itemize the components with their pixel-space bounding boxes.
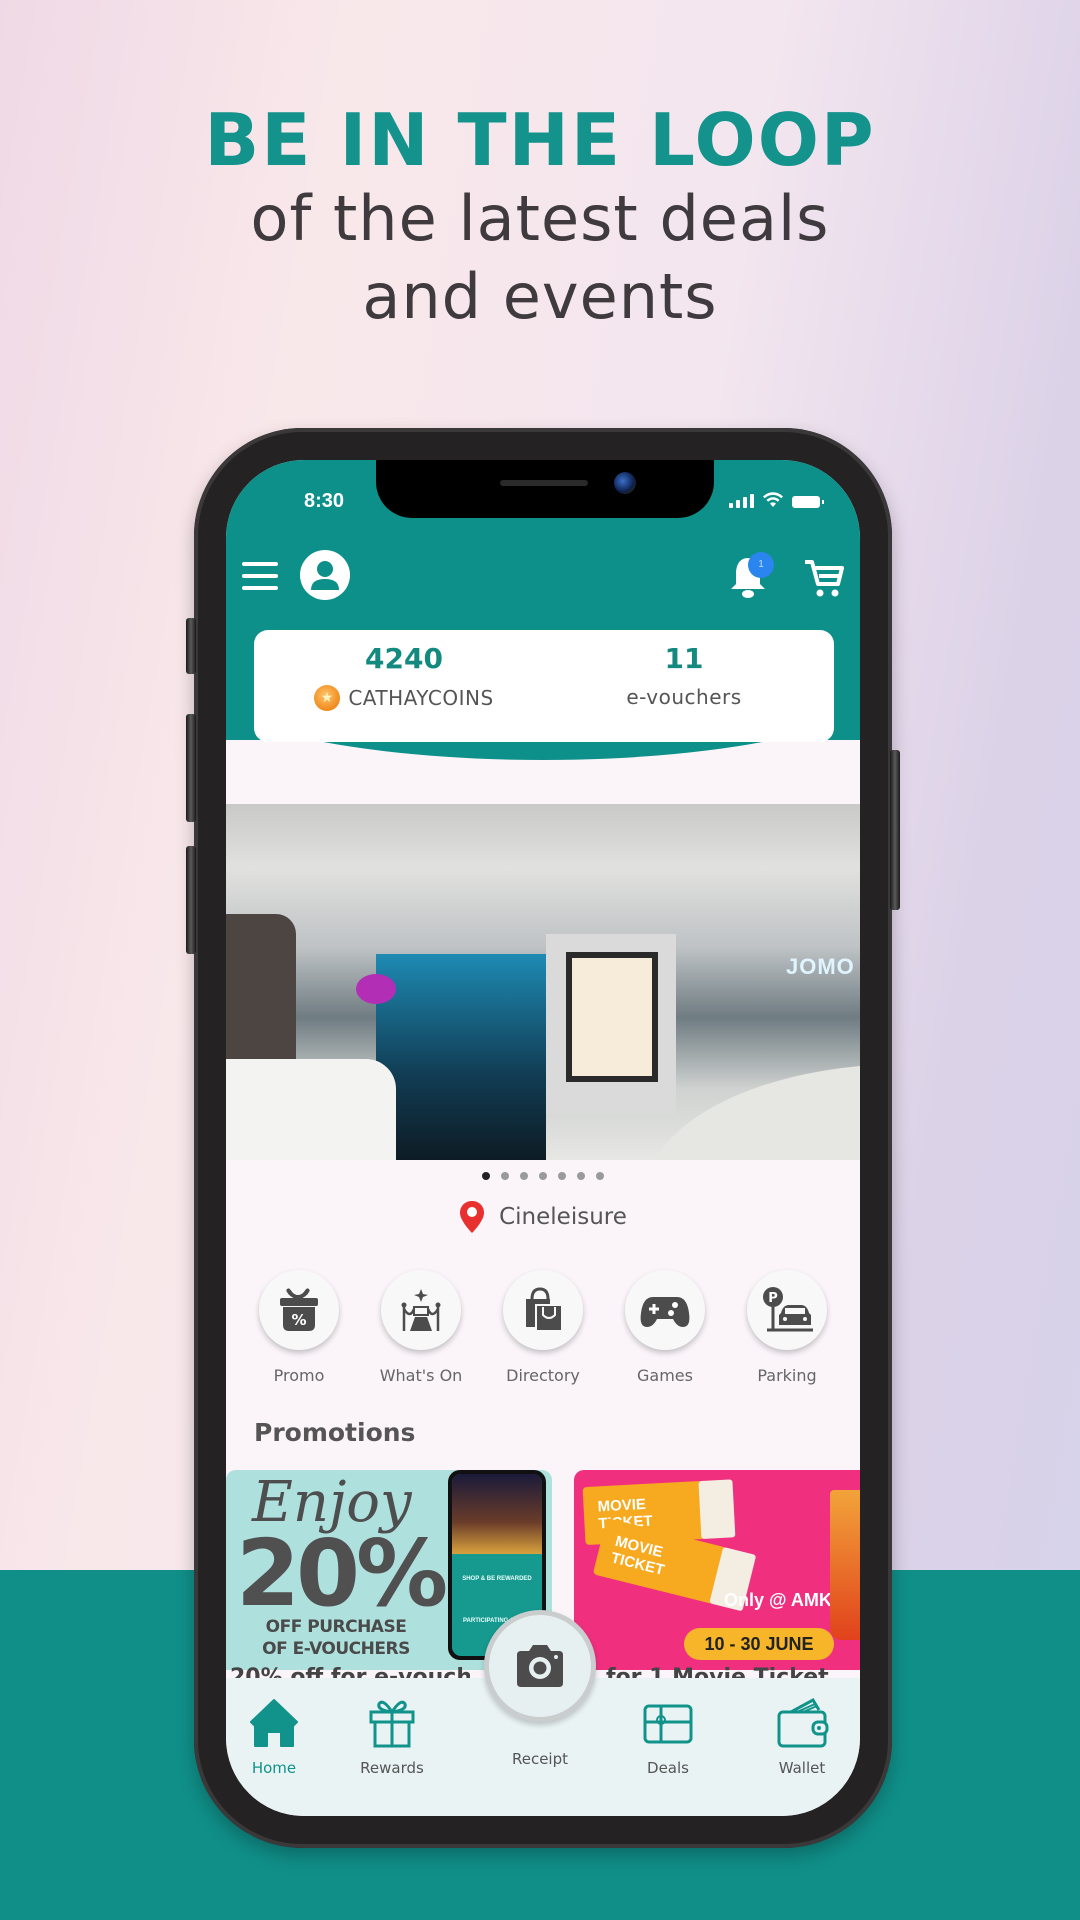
hero-subtitle-line2: and events — [362, 260, 718, 333]
quick-action-promo[interactable]: % Promo — [238, 1270, 360, 1385]
vouchers-value: 11 — [664, 642, 704, 675]
nav-label: Home — [251, 1759, 297, 1777]
camera-icon — [517, 1645, 563, 1687]
coins-value: 4240 — [365, 642, 443, 675]
front-camera — [614, 472, 636, 494]
promo-offer-text: OFF PURCHASE OF E-VOUCHERS — [246, 1616, 426, 1660]
phone-power-button — [890, 750, 900, 910]
gamepad-icon — [640, 1297, 690, 1327]
promo-dates: 10 - 30 JUNE — [684, 1628, 834, 1660]
carousel-dot[interactable] — [577, 1172, 585, 1180]
cart-icon[interactable] — [802, 556, 846, 600]
banner-carousel[interactable]: JOMO — [226, 804, 860, 1160]
promotions-heading: Promotions — [254, 1418, 416, 1447]
svg-text:P: P — [768, 1291, 778, 1306]
parking-car-icon: P — [763, 1287, 813, 1332]
promo-drink-cup — [830, 1490, 860, 1640]
nav-home[interactable]: Home — [226, 1696, 324, 1777]
coins-label: CATHAYCOINS — [348, 686, 494, 710]
hero-title: BE IN THE LOOP — [204, 98, 876, 182]
receipt-camera-button[interactable] — [484, 1610, 596, 1722]
banner-photo-counter — [226, 1059, 396, 1160]
wifi-icon — [763, 492, 783, 507]
nav-deals[interactable]: Deals — [618, 1696, 718, 1777]
rewards-summary-card[interactable]: 4240 ★ CATHAYCOINS 11 e-vouchers — [254, 630, 834, 742]
phone-volume-up-button — [186, 714, 196, 822]
nav-wallet[interactable]: Wallet — [752, 1696, 852, 1777]
quick-action-parking[interactable]: P Parking — [726, 1270, 848, 1385]
quick-action-whats-on[interactable]: What's On — [360, 1270, 482, 1385]
gift-percent-icon: % — [280, 1288, 318, 1331]
store-sign: JOMO — [786, 954, 855, 979]
notification-badge: 1 — [748, 552, 774, 578]
banner-photo-orchid — [356, 974, 396, 1004]
nav-label: Wallet — [778, 1759, 826, 1777]
quick-action-label: Parking — [757, 1366, 817, 1385]
speaker-grille — [500, 480, 588, 486]
vouchers-stat[interactable]: 11 e-vouchers — [594, 642, 774, 709]
map-pin-icon — [460, 1201, 485, 1233]
carousel-indicator — [226, 1172, 860, 1180]
banner-photo-shelf — [566, 952, 658, 1082]
carousel-dot[interactable] — [558, 1172, 566, 1180]
promo-discount: 20% — [236, 1520, 448, 1627]
coin-icon: ★ — [314, 685, 341, 711]
phone-notch — [376, 460, 714, 518]
nav-label: Deals — [647, 1759, 689, 1777]
carousel-dot[interactable] — [539, 1172, 547, 1180]
signal-icon — [729, 494, 754, 508]
hero-subtitle-line1: of the latest deals — [250, 182, 830, 255]
phone-frame: 8:30 1 4240 ★ CATHAYCOINS 11 e-vouchers … — [186, 428, 900, 1848]
carousel-dot[interactable] — [482, 1172, 490, 1180]
gift-card-icon — [643, 1704, 693, 1744]
red-carpet-icon — [401, 1289, 441, 1331]
promo-offer-line1: OFF PURCHASE — [265, 1617, 407, 1637]
location-name: Cineleisure — [499, 1204, 627, 1230]
banner-photo-aisle — [376, 954, 546, 1160]
quick-action-directory[interactable]: Directory — [482, 1270, 604, 1385]
quick-action-label: Games — [637, 1366, 693, 1385]
promo-phone-text1: SHOP & BE REWARDED — [462, 1576, 532, 1582]
carousel-dot[interactable] — [596, 1172, 604, 1180]
battery-icon — [792, 496, 824, 508]
wallet-icon — [777, 1697, 829, 1748]
quick-action-label: What's On — [379, 1366, 463, 1385]
status-icons — [729, 492, 824, 508]
banner-photo-floor — [646, 1064, 860, 1160]
quick-action-label: Promo — [273, 1366, 325, 1385]
svg-text:%: % — [291, 1311, 306, 1329]
phone-volume-down-button — [186, 846, 196, 954]
vouchers-label: e-vouchers — [626, 685, 742, 709]
status-time: 8:30 — [304, 490, 345, 512]
promo-offer-line2: OF E-VOUCHERS — [262, 1639, 410, 1659]
coins-stat[interactable]: 4240 ★ CATHAYCOINS — [294, 642, 514, 711]
nav-rewards[interactable]: Rewards — [342, 1696, 442, 1777]
nav-label: Rewards — [360, 1759, 424, 1777]
carousel-dot[interactable] — [520, 1172, 528, 1180]
nav-receipt-label[interactable]: Receipt — [484, 1750, 596, 1768]
promo-location-note: Only @ AMK — [724, 1590, 832, 1610]
home-icon — [250, 1699, 298, 1747]
app-screen: 8:30 1 4240 ★ CATHAYCOINS 11 e-vouchers … — [226, 460, 860, 1816]
gift-icon — [369, 1700, 415, 1748]
hero-heading: BE IN THE LOOP of the latest deals and e… — [0, 100, 1080, 336]
location-selector[interactable]: Cineleisure — [226, 1200, 860, 1234]
quick-action-games[interactable]: Games — [604, 1270, 726, 1385]
shopping-bags-icon — [526, 1287, 563, 1332]
quick-action-label: Directory — [506, 1366, 580, 1385]
phone-side-button — [186, 618, 196, 674]
user-circle-icon[interactable] — [300, 550, 350, 600]
hamburger-icon[interactable] — [242, 562, 278, 590]
promotion-card[interactable]: MOVIE TICKET MOVIE TICKET Only @ AMK 10 … — [574, 1470, 860, 1670]
carousel-dot[interactable] — [501, 1172, 509, 1180]
